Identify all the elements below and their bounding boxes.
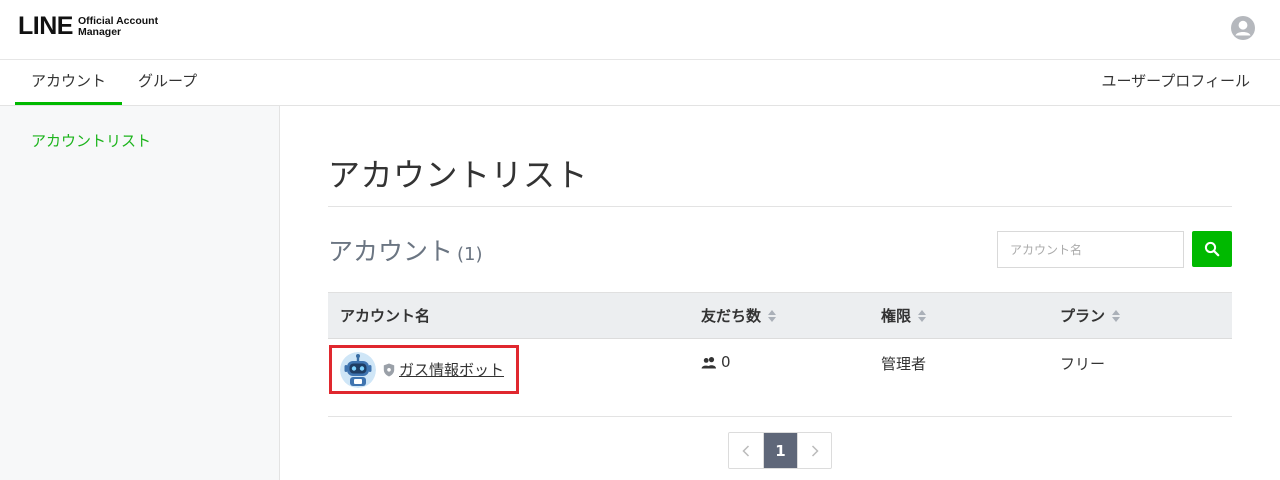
column-header-label: アカウント名: [340, 306, 431, 325]
friends-count: 0: [721, 353, 731, 371]
chevron-right-icon: [811, 444, 819, 457]
line-oa-manager-logo[interactable]: LINE Official Account Manager: [18, 14, 158, 39]
search-button[interactable]: [1192, 231, 1232, 267]
title-divider: [328, 206, 1232, 207]
user-avatar-icon[interactable]: [1231, 16, 1255, 40]
logo-subtitle: Official Account Manager: [77, 15, 158, 38]
column-header-label: 友だち数: [701, 306, 762, 325]
tab-account[interactable]: アカウント: [15, 60, 123, 105]
pagination: 1: [728, 432, 832, 469]
account-search-input[interactable]: [997, 231, 1184, 268]
section-title-label: アカウント: [328, 237, 454, 266]
top-nav: アカウント グループ ユーザープロフィール: [0, 60, 1280, 106]
app-header: LINE Official Account Manager: [0, 0, 1280, 60]
column-header-friends[interactable]: 友だち数: [701, 293, 777, 339]
logo-subtitle-line2: Manager: [77, 25, 122, 38]
column-header-account-name: アカウント名: [340, 293, 430, 339]
account-count: (1): [457, 244, 483, 265]
page-title: アカウントリスト: [328, 156, 589, 194]
table-header: アカウント名 友だち数 権限 プラン: [328, 292, 1232, 339]
search-icon: [1204, 241, 1220, 257]
account-name-cell: ガス情報ボット: [329, 345, 519, 394]
pagination-next-button[interactable]: [797, 433, 831, 468]
role-cell: 管理者: [881, 355, 927, 373]
bot-avatar-icon[interactable]: [340, 351, 376, 388]
sidebar-item-account-list[interactable]: アカウントリスト: [31, 130, 151, 151]
section-title: アカウント (1): [328, 232, 483, 268]
shield-icon: [383, 363, 395, 376]
column-header-role[interactable]: 権限: [881, 293, 927, 339]
tab-group[interactable]: グループ: [122, 60, 213, 105]
chevron-left-icon: [742, 444, 750, 457]
column-header-label: 権限: [881, 306, 912, 325]
table-row: ガス情報ボット 0 管理者 フリー: [328, 339, 1232, 417]
sort-icon: [918, 310, 927, 322]
logo-wordmark: LINE: [18, 12, 73, 40]
column-header-label: プラン: [1060, 306, 1106, 325]
column-header-plan[interactable]: プラン: [1060, 293, 1121, 339]
user-profile-link[interactable]: ユーザープロフィール: [1101, 60, 1250, 105]
plan-cell: フリー: [1060, 355, 1106, 373]
sort-icon: [768, 310, 777, 322]
sidebar: アカウントリスト: [0, 106, 280, 480]
pagination-page-current[interactable]: 1: [763, 433, 797, 468]
friends-count-cell: 0: [701, 353, 731, 371]
friends-icon: [701, 356, 716, 368]
account-name-link[interactable]: ガス情報ボット: [399, 359, 504, 380]
sort-icon: [1112, 310, 1121, 322]
pagination-prev-button[interactable]: [729, 433, 763, 468]
